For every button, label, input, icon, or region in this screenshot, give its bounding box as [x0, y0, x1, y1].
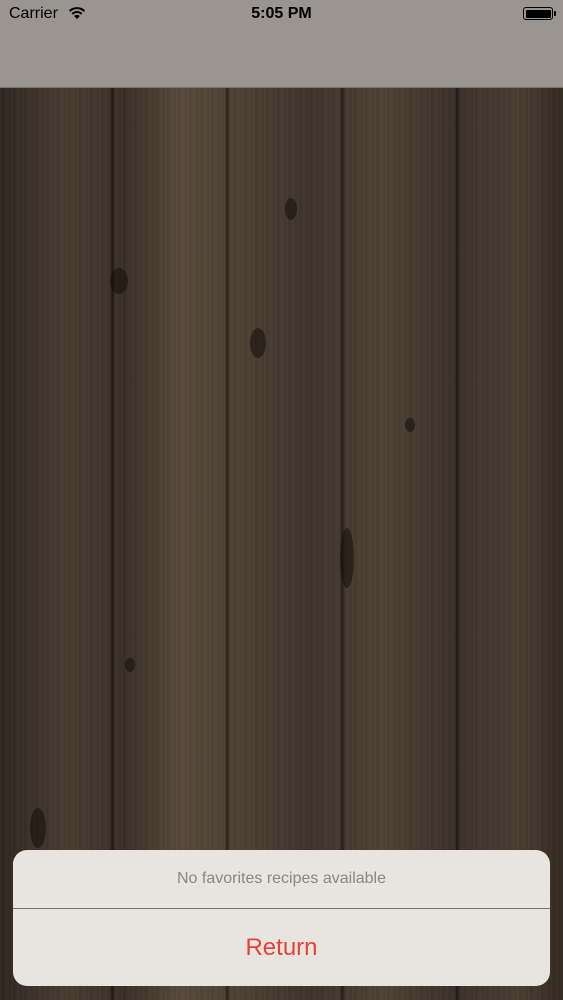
navigation-bar: [0, 30, 563, 88]
action-sheet: No favorites recipes available Return: [13, 850, 550, 986]
status-bar: Carrier 5:05 PM: [0, 0, 563, 30]
return-button[interactable]: Return: [13, 909, 550, 986]
battery-full-icon: [523, 7, 556, 20]
action-sheet-message: No favorites recipes available: [13, 850, 550, 909]
status-time: 5:05 PM: [251, 5, 312, 22]
